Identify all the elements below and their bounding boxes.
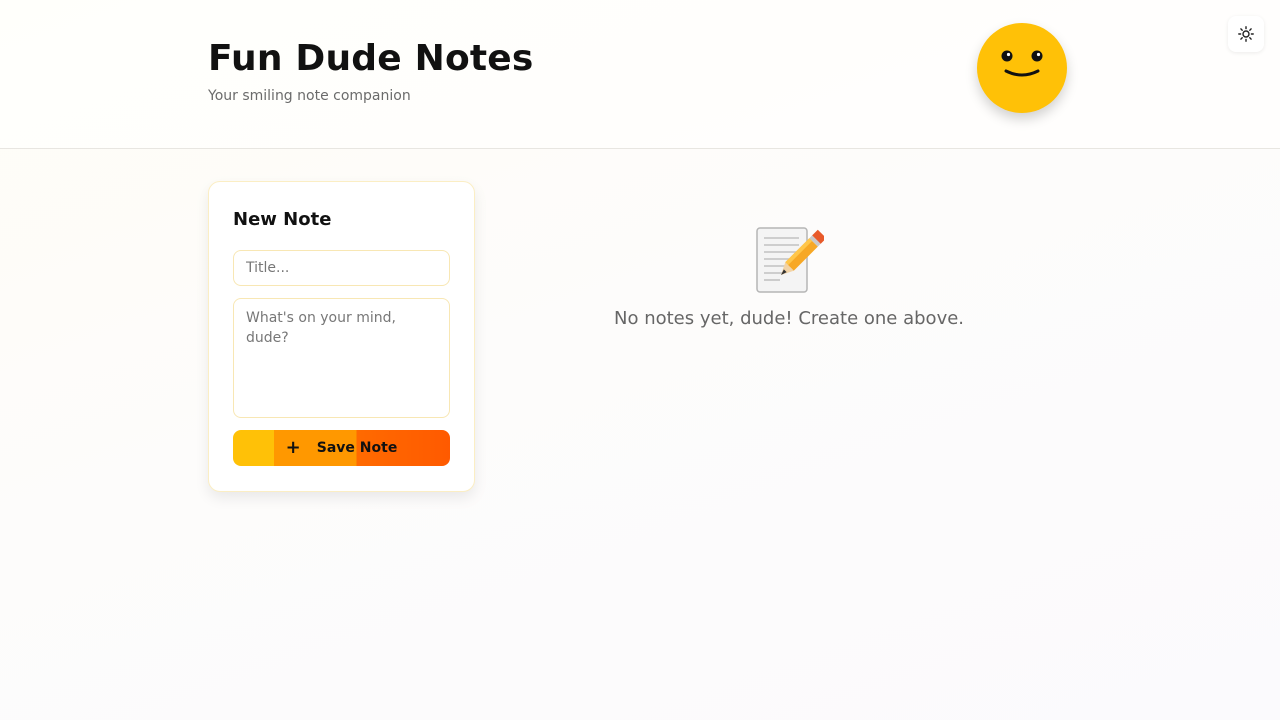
note-title-input[interactable]	[233, 250, 450, 286]
smiley-left-eye	[1001, 50, 1013, 62]
smiley-right-eye-glint	[1036, 52, 1041, 57]
note-body-textarea[interactable]	[233, 298, 450, 418]
app-title: Fun Dude Notes	[208, 38, 534, 79]
sun-icon	[1238, 26, 1254, 42]
app-subtitle: Your smiling note companion	[208, 88, 411, 104]
smiley-right-eye	[1031, 50, 1043, 62]
new-note-heading: New Note	[233, 209, 332, 230]
empty-notes-message: No notes yet, dude! Create one above.	[614, 308, 965, 329]
smiley-mouth	[1004, 69, 1040, 77]
new-note-card: New Note + Save Note	[208, 181, 475, 492]
app-header: Fun Dude Notes Your smiling note compani…	[0, 0, 1280, 149]
save-note-label: Save Note	[316, 440, 398, 456]
plus-icon: +	[285, 437, 301, 458]
smiley-left-eye-glint	[1006, 52, 1011, 57]
memo-pencil-icon	[754, 226, 827, 294]
smiley-face-graphic	[1001, 50, 1043, 77]
memo-pencil-graphic	[756, 227, 827, 293]
theme-toggle-button[interactable]	[1228, 16, 1264, 52]
smiley-face-icon	[977, 23, 1067, 113]
save-note-button[interactable]: + Save Note	[233, 430, 450, 466]
